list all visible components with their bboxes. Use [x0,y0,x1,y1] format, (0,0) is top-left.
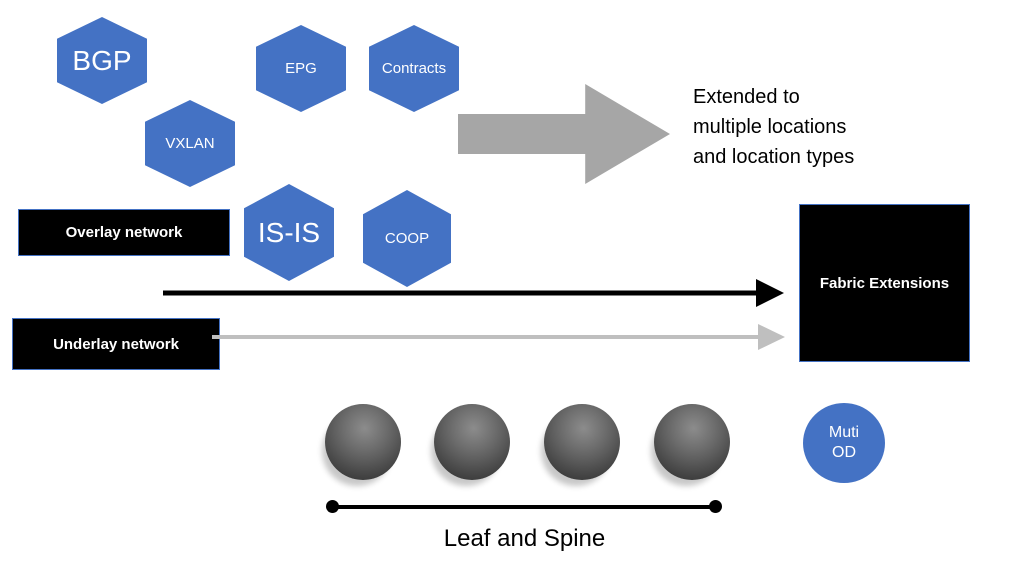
leaf-spine-bar [333,505,716,509]
leaf-spine-node[interactable] [654,404,730,480]
muti-od-line1: Muti [828,424,860,441]
leaf-spine-bar-dot-right [709,500,722,513]
leaf-spine-caption: Leaf and Spine [443,525,606,552]
fabric-extensions-label: Fabric Extensions [819,274,950,292]
hexagon-bgp[interactable]: BGP [57,17,147,104]
extended-note-text: Extended to multiple locations and locat… [693,86,855,168]
hexagon-isis-label: IS-IS [257,216,321,248]
hexagon-coop-label: COOP [384,230,430,247]
underlay-network-label: Underlay network [53,335,179,353]
leaf-spine-node[interactable] [544,404,620,480]
leaf-spine-bar-dot-left [326,500,339,513]
muti-od-line2: OD [832,444,856,461]
hexagon-coop[interactable]: COOP [363,190,451,287]
hexagon-vxlan[interactable]: VXLAN [145,100,235,187]
extended-arrow-icon [458,84,670,184]
hexagon-contracts-label: Contracts [381,60,447,77]
hexagon-epg[interactable]: EPG [256,25,346,112]
fabric-extensions-box[interactable]: Fabric Extensions [799,204,970,362]
leaf-spine-node[interactable] [434,404,510,480]
hexagon-isis[interactable]: IS-IS [244,184,334,281]
hexagon-epg-label: EPG [285,60,317,77]
leaf-spine-node[interactable] [325,404,401,480]
hexagon-vxlan-label: VXLAN [165,135,215,152]
overlay-network-label: Overlay network [65,224,183,241]
hexagon-bgp-label: BGP [72,44,132,76]
overlay-network-box[interactable]: Overlay network [18,209,230,256]
underlay-connector-arrow [212,324,785,350]
hexagon-contracts[interactable]: Contracts [369,25,459,112]
underlay-network-box[interactable]: Underlay network [12,318,220,370]
muti-od-node[interactable]: Muti OD [803,403,885,483]
slide-canvas: BGP VXLAN EPG Contracts IS-IS COOP Exten… [0,0,1024,576]
overlay-connector-arrow [163,279,784,307]
